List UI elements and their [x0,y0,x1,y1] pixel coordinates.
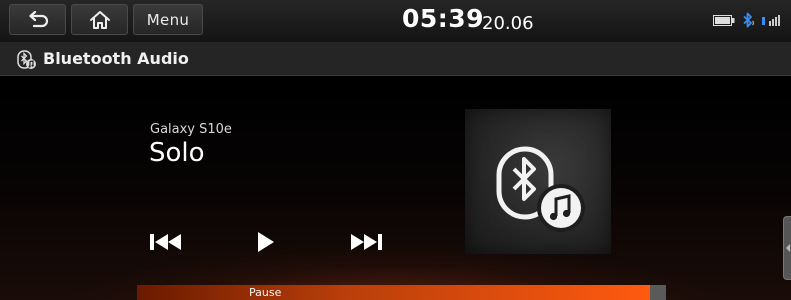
previous-track-icon [150,234,181,250]
next-track-button[interactable] [348,232,384,256]
album-art [465,109,611,254]
player-panel: Galaxy S10e Solo [0,76,791,300]
bluetooth-icon [743,12,755,28]
play-button[interactable] [256,230,276,258]
page-title: Bluetooth Audio [43,49,189,68]
track-title: Solo [149,138,205,168]
bluetooth-audio-icon [17,50,36,69]
progress-label: Pause [249,286,282,299]
play-icon [258,232,274,252]
menu-button[interactable]: Menu [133,4,203,35]
previous-track-button[interactable] [148,232,184,256]
device-name: Galaxy S10e [150,122,232,137]
title-bar: Bluetooth Audio [0,42,791,76]
battery-icon [713,14,735,26]
side-panel-handle[interactable] [783,216,791,280]
progress-bar[interactable]: Pause [137,285,666,300]
date: 20.06 [482,13,534,34]
status-icons [713,12,783,28]
bluetooth-music-icon [496,146,585,232]
progress-fill [137,285,651,300]
next-track-icon [351,234,382,250]
back-button[interactable] [9,4,66,35]
home-icon [89,10,110,29]
chevron-left-icon [786,244,790,252]
back-arrow-icon [28,10,48,27]
clock: 05:39 [402,4,485,33]
status-bar: Menu 05:39 20.06 [0,0,791,42]
signal-icon [762,15,780,26]
home-button[interactable] [71,4,128,35]
